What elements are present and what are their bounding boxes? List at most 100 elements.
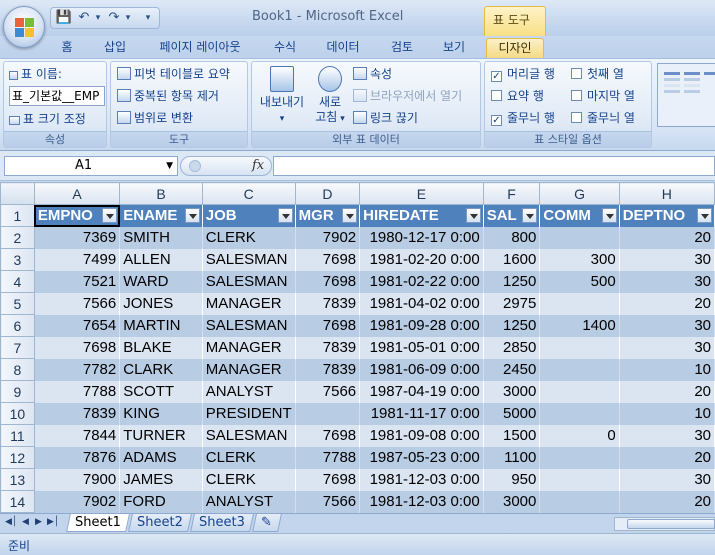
tab-data[interactable]: 데이터 bbox=[318, 38, 368, 58]
table-cell[interactable]: SCOTT bbox=[119, 380, 203, 403]
filter-dropdown-icon[interactable] bbox=[601, 208, 617, 223]
first-sheet-icon[interactable]: ◀│ bbox=[5, 517, 17, 527]
convert-to-range-button[interactable]: 범위로 변환 bbox=[117, 109, 193, 127]
table-cell[interactable]: 7839 bbox=[295, 292, 361, 315]
table-cell[interactable]: 20 bbox=[619, 446, 715, 469]
table-cell[interactable]: 7900 bbox=[34, 468, 121, 491]
row-header[interactable]: 1 bbox=[0, 204, 35, 227]
tab-design[interactable]: 디자인 bbox=[486, 38, 544, 58]
filter-dropdown-icon[interactable] bbox=[342, 208, 358, 223]
table-cell[interactable]: 7698 bbox=[34, 336, 121, 359]
table-cell[interactable]: 0 bbox=[539, 424, 620, 447]
table-cell[interactable]: 7566 bbox=[295, 490, 361, 513]
last-sheet-icon[interactable]: ▶│ bbox=[47, 517, 59, 527]
banded-rows-checkbox[interactable]: ✓ 줄무늬 행 bbox=[491, 109, 555, 127]
remove-duplicates-button[interactable]: 중복된 항목 제거 bbox=[117, 87, 219, 105]
insert-sheet-icon[interactable]: ✎ bbox=[252, 514, 282, 532]
table-cell[interactable]: 7902 bbox=[34, 490, 121, 513]
column-header[interactable]: H bbox=[618, 182, 715, 205]
table-cell[interactable]: PRESIDENT bbox=[202, 402, 296, 425]
table-cell[interactable]: 1250 bbox=[483, 314, 541, 337]
table-cell[interactable]: SALESMAN bbox=[202, 248, 296, 271]
chevron-down-icon[interactable]: ▾ bbox=[139, 10, 157, 26]
table-styles-gallery[interactable] bbox=[657, 63, 715, 127]
table-cell[interactable]: 7839 bbox=[295, 336, 361, 359]
table-cell[interactable]: KING bbox=[119, 402, 203, 425]
table-cell[interactable]: 1981-12-03 0:00 bbox=[359, 468, 484, 491]
table-cell[interactable]: 2850 bbox=[483, 336, 541, 359]
filter-dropdown-icon[interactable] bbox=[522, 208, 538, 223]
table-cell[interactable]: 30 bbox=[619, 424, 715, 447]
column-header[interactable]: B bbox=[119, 182, 203, 205]
table-cell[interactable]: 7698 bbox=[295, 424, 361, 447]
table-cell[interactable]: 1981-02-20 0:00 bbox=[359, 248, 484, 271]
row-header[interactable]: 6 bbox=[0, 314, 35, 337]
table-cell[interactable]: 7566 bbox=[295, 380, 361, 403]
filter-dropdown-icon[interactable] bbox=[465, 208, 481, 223]
row-header[interactable]: 2 bbox=[0, 226, 35, 249]
table-cell[interactable]: 7698 bbox=[295, 314, 361, 337]
table-cell[interactable] bbox=[539, 358, 620, 381]
redo-dropdown-icon[interactable]: ▾ bbox=[119, 10, 137, 26]
last-column-checkbox[interactable]: 마지막 열 bbox=[571, 87, 635, 105]
insert-function-icon[interactable]: fx bbox=[252, 158, 264, 173]
tab-review[interactable]: 검토 bbox=[382, 38, 422, 58]
sheet-tab-2[interactable]: Sheet2 bbox=[128, 514, 192, 532]
table-cell[interactable]: 7654 bbox=[34, 314, 121, 337]
table-cell[interactable]: 2975 bbox=[483, 292, 541, 315]
table-cell[interactable]: 1987-04-19 0:00 bbox=[359, 380, 484, 403]
column-header[interactable]: G bbox=[539, 182, 620, 205]
table-cell[interactable]: 7499 bbox=[34, 248, 121, 271]
field-header-deptno[interactable]: DEPTNO bbox=[619, 204, 715, 227]
row-header[interactable]: 12 bbox=[0, 446, 35, 469]
table-cell[interactable]: 1981-02-22 0:00 bbox=[359, 270, 484, 293]
save-icon[interactable]: 💾 bbox=[55, 10, 73, 26]
table-cell[interactable]: ANALYST bbox=[202, 380, 296, 403]
row-header[interactable]: 7 bbox=[0, 336, 35, 359]
field-header-comm[interactable]: COMM bbox=[539, 204, 620, 227]
table-cell[interactable]: 20 bbox=[619, 226, 715, 249]
table-cell[interactable]: 500 bbox=[539, 270, 620, 293]
horizontal-scrollbar[interactable] bbox=[614, 517, 715, 531]
table-cell[interactable]: 1981-06-09 0:00 bbox=[359, 358, 484, 381]
table-cell[interactable]: 20 bbox=[619, 380, 715, 403]
select-all-corner[interactable] bbox=[0, 182, 35, 205]
table-cell[interactable]: 800 bbox=[483, 226, 541, 249]
table-cell[interactable]: 30 bbox=[619, 248, 715, 271]
field-header-mgr[interactable]: MGR bbox=[295, 204, 361, 227]
table-cell[interactable]: 1981-05-01 0:00 bbox=[359, 336, 484, 359]
table-cell[interactable]: 7698 bbox=[295, 270, 361, 293]
table-cell[interactable]: 7698 bbox=[295, 468, 361, 491]
table-cell[interactable]: 30 bbox=[619, 468, 715, 491]
field-header-sal[interactable]: SAL bbox=[483, 204, 541, 227]
row-header[interactable]: 5 bbox=[0, 292, 35, 315]
sheet-tab-3[interactable]: Sheet3 bbox=[190, 514, 254, 532]
tab-insert[interactable]: 삽입 bbox=[95, 38, 135, 58]
column-header[interactable]: E bbox=[359, 182, 484, 205]
total-row-checkbox[interactable]: 요약 행 bbox=[491, 87, 544, 105]
table-cell[interactable]: ANALYST bbox=[202, 490, 296, 513]
field-header-job[interactable]: JOB bbox=[202, 204, 296, 227]
field-header-hiredate[interactable]: HIREDATE bbox=[359, 204, 484, 227]
expand-icon[interactable] bbox=[189, 160, 201, 172]
row-header[interactable]: 10 bbox=[0, 402, 35, 425]
banded-columns-checkbox[interactable]: 줄무늬 열 bbox=[571, 109, 635, 127]
table-cell[interactable]: FORD bbox=[119, 490, 203, 513]
table-cell[interactable]: 7566 bbox=[34, 292, 121, 315]
refresh-button[interactable]: 새로 고침 ▾ bbox=[310, 66, 350, 127]
prev-sheet-icon[interactable]: ◀ bbox=[22, 517, 29, 527]
resize-table-button[interactable]: 표 크기 조정 bbox=[9, 110, 86, 128]
table-cell[interactable]: 300 bbox=[539, 248, 620, 271]
table-cell[interactable] bbox=[539, 292, 620, 315]
table-cell[interactable]: CLERK bbox=[202, 446, 296, 469]
table-cell[interactable]: BLAKE bbox=[119, 336, 203, 359]
column-header[interactable]: D bbox=[294, 182, 361, 205]
table-cell[interactable]: 7844 bbox=[34, 424, 121, 447]
table-cell[interactable]: 20 bbox=[619, 292, 715, 315]
table-cell[interactable]: 5000 bbox=[483, 402, 541, 425]
table-cell[interactable]: 7698 bbox=[295, 248, 361, 271]
first-column-checkbox[interactable]: 첫째 열 bbox=[571, 65, 624, 83]
table-cell[interactable]: 3000 bbox=[483, 380, 541, 403]
table-cell[interactable] bbox=[539, 446, 620, 469]
table-cell[interactable]: 30 bbox=[619, 336, 715, 359]
